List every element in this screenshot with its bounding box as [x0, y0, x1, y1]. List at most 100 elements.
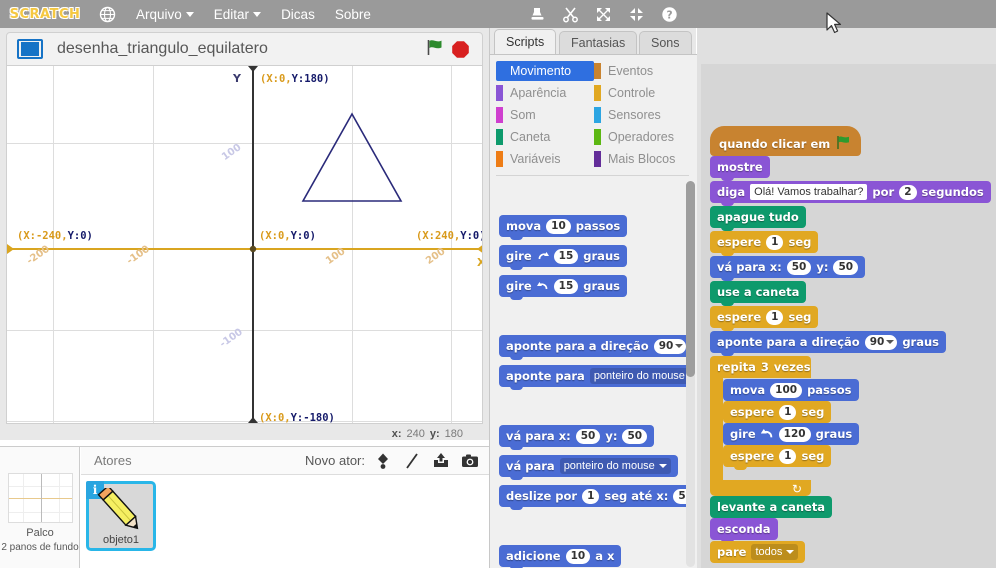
tab-fantasias[interactable]: Fantasias	[559, 31, 638, 54]
menu-item-editar-label: Editar	[213, 6, 250, 22]
stamp-icon[interactable]	[529, 5, 547, 23]
script-block-espere-3[interactable]: espere 1 seg	[723, 401, 832, 426]
camera-icon[interactable]	[460, 451, 480, 471]
help-icon[interactable]: ?	[661, 5, 679, 23]
script-block-espere-2[interactable]: espere 1 seg	[710, 306, 819, 331]
script-block-apague-tudo[interactable]: apague tudo	[710, 206, 806, 231]
tab-sons[interactable]: Sons	[639, 31, 692, 54]
block-input[interactable]: 50	[786, 259, 812, 275]
scripts-area[interactable]: quando clicar em mostre diga Olá! Vamos …	[697, 28, 996, 568]
block-dropdown[interactable]: todos	[751, 544, 799, 560]
palette-scrollbar-thumb[interactable]	[686, 181, 695, 377]
scissors-icon[interactable]	[562, 5, 580, 23]
block-input[interactable]: 50	[833, 259, 859, 275]
script-block-diga[interactable]: diga Olá! Vamos trabalhar? por 2 segundo…	[710, 181, 991, 206]
palette-block-aponte-para[interactable]: aponte para ponteiro do mouse	[499, 365, 690, 390]
block-input[interactable]: 15	[553, 278, 579, 294]
block-input[interactable]: 10	[565, 548, 591, 564]
block-input[interactable]: 100	[770, 382, 803, 398]
green-flag-icon[interactable]	[425, 37, 445, 62]
category-mais-blocos[interactable]: Mais Blocos	[594, 149, 675, 169]
stage-selector[interactable]: Palco 2 panos de fundo	[0, 447, 80, 568]
stage-canvas[interactable]: (X:0,Y:180) (X:-240,Y:0) (X:0,Y:0) (X:24…	[6, 66, 483, 424]
category-swatch	[594, 85, 601, 101]
project-title: desenha_triangulo_equilatero	[57, 40, 268, 57]
script-block-esconda[interactable]: esconda	[710, 518, 778, 543]
block-text: mova	[506, 219, 542, 233]
category-movimento[interactable]: Movimento	[496, 61, 594, 81]
script-block-mostre[interactable]: mostre	[710, 156, 770, 181]
script-block-repita[interactable]: repita 3 vezes ↻	[710, 356, 811, 496]
category-controle[interactable]: Controle	[594, 83, 655, 103]
block-input[interactable]: 50	[622, 428, 648, 444]
palette-block-adicione-x[interactable]: adicione 10 a x	[499, 545, 622, 568]
block-input[interactable]: 15	[553, 248, 579, 264]
globe-icon[interactable]	[98, 5, 116, 23]
palette-block-mova[interactable]: mova 10 passos	[499, 215, 628, 240]
palette-block-aponte-direcao[interactable]: aponte para a direção 90 graus	[499, 335, 690, 360]
script-block-gire-120[interactable]: gire 120 graus	[723, 423, 860, 448]
palette-scrollbar[interactable]	[686, 181, 695, 567]
menu-item-editar[interactable]: Editar	[213, 6, 262, 22]
category-swatch	[594, 151, 601, 167]
palette-block-va-para-xy[interactable]: vá para x: 50 y: 50	[499, 425, 655, 450]
sprite-thumbnail-objeto1[interactable]: i objeto1	[86, 481, 156, 551]
script-block-quando-clicar[interactable]: quando clicar em	[710, 126, 862, 156]
block-input[interactable]: 3	[761, 360, 769, 374]
script-block-pare[interactable]: pare todos	[710, 541, 806, 563]
block-input[interactable]: 1	[766, 309, 784, 325]
palette-block-va-para-alvo[interactable]: vá para ponteiro do mouse	[499, 455, 678, 480]
menu-item-sobre[interactable]: Sobre	[335, 7, 371, 22]
block-input[interactable]: 1	[766, 234, 784, 250]
block-text-input[interactable]: Olá! Vamos trabalhar?	[750, 184, 868, 200]
palette-block-gire-esquerda[interactable]: gire 15 graus	[499, 275, 627, 300]
presentation-mode-icon[interactable]	[17, 39, 43, 59]
stop-sign-icon[interactable]	[451, 40, 470, 59]
category-sensores[interactable]: Sensores	[594, 105, 661, 125]
grow-icon[interactable]	[595, 5, 613, 23]
script-block-espere-4[interactable]: espere 1 seg	[723, 445, 832, 470]
script-block-levante-caneta[interactable]: levante a caneta	[710, 496, 833, 521]
upload-icon[interactable]	[431, 451, 451, 471]
script-canvas[interactable]: quando clicar em mostre diga Olá! Vamos …	[701, 64, 996, 568]
category-caneta[interactable]: Caneta	[496, 127, 550, 147]
script-block-aponte-direcao[interactable]: aponte para a direção 90 graus	[710, 331, 947, 356]
block-dropdown-input[interactable]: 90	[653, 338, 687, 354]
block-input[interactable]: 10	[546, 218, 571, 234]
block-text: graus	[583, 249, 620, 263]
script-block-va-para-xy[interactable]: vá para x: 50 y: 50	[710, 256, 866, 281]
block-input[interactable]: 50	[575, 428, 601, 444]
script-block-espere-1[interactable]: espere 1 seg	[710, 231, 819, 256]
category-eventos[interactable]: Eventos	[594, 61, 653, 81]
menu-bar: SCRATCH Arquivo Editar Dicas Sobre ?	[0, 0, 996, 28]
script-block-use-caneta[interactable]: use a caneta	[710, 281, 807, 306]
block-input[interactable]: 1	[779, 404, 797, 420]
paint-brush-icon[interactable]	[373, 451, 393, 471]
script-block-mova-100[interactable]: mova 100 passos	[723, 379, 859, 404]
block-dropdown[interactable]: ponteiro do mouse	[559, 458, 671, 474]
repita-header[interactable]: repita 3 vezes	[710, 356, 811, 378]
menu-item-arquivo[interactable]: Arquivo	[136, 7, 194, 22]
block-input[interactable]: 120	[778, 426, 811, 442]
green-flag-icon	[836, 135, 852, 151]
block-input[interactable]: 1	[779, 448, 797, 464]
block-text: seg	[788, 235, 812, 249]
tab-scripts[interactable]: Scripts	[494, 29, 557, 54]
category-aparencia[interactable]: Aparência	[496, 83, 566, 103]
block-input[interactable]: 2	[899, 184, 917, 200]
actors-title: Atores	[94, 453, 132, 468]
shrink-icon[interactable]	[628, 5, 646, 23]
category-variaveis[interactable]: Variáveis	[496, 149, 560, 169]
block-input[interactable]: 1	[582, 488, 600, 504]
block-dropdown[interactable]: ponteiro do mouse	[589, 368, 690, 384]
line-tool-icon[interactable]	[402, 451, 422, 471]
category-operadores[interactable]: Operadores	[594, 127, 674, 147]
menu-item-dicas[interactable]: Dicas	[281, 7, 315, 22]
palette-block-deslize[interactable]: deslize por 1 seg até x: 50 y	[499, 485, 690, 510]
palette-block-gire-direita[interactable]: gire 15 graus	[499, 245, 627, 270]
block-text: seg	[801, 405, 825, 419]
scratch-logo[interactable]: SCRATCH	[8, 4, 82, 24]
stage-label: Palco	[26, 527, 54, 539]
block-dropdown-input[interactable]: 90	[864, 334, 898, 350]
category-som[interactable]: Som	[496, 105, 536, 125]
